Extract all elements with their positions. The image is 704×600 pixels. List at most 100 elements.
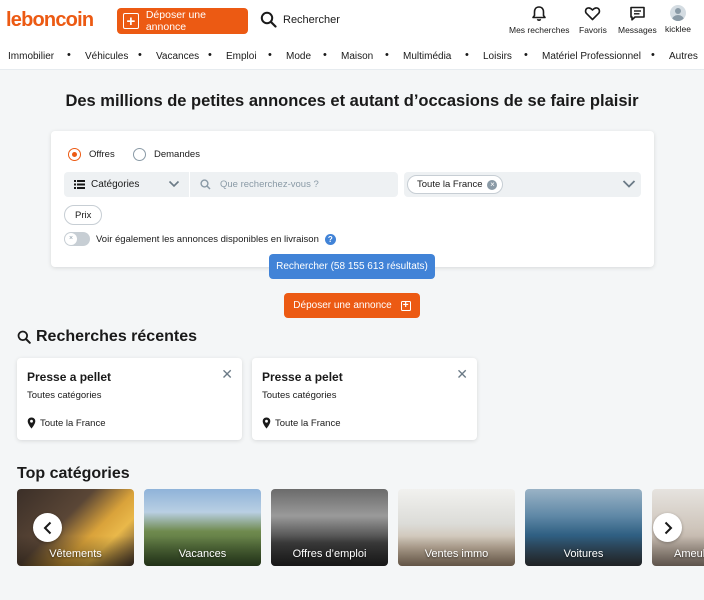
page-headline: Des millions de petites annonces et auta… [65, 92, 639, 110]
category-link[interactable]: Immobilier [8, 51, 54, 62]
category-link[interactable]: Maison [341, 51, 373, 62]
recent-location-label: Toute la France [275, 417, 341, 429]
help-icon[interactable]: ? [324, 233, 336, 245]
separator-dot: • [524, 49, 528, 61]
top-categories-heading: Top catégories [17, 465, 130, 483]
category-link[interactable]: Autres [669, 51, 698, 62]
search-label: Rechercher [283, 13, 340, 26]
nav-label: Messages [618, 25, 657, 35]
recent-location: Toute la France [27, 417, 105, 429]
close-icon[interactable]: × [487, 179, 498, 190]
radio-circle [68, 148, 81, 161]
close-icon[interactable]: ✕ [221, 367, 233, 381]
radio-demandes[interactable]: Demandes [133, 148, 200, 161]
chevron-down-icon[interactable] [622, 178, 636, 190]
livraison-toggle[interactable]: × [64, 232, 90, 246]
radio-label: Demandes [154, 149, 200, 160]
query-field[interactable] [190, 172, 398, 197]
recent-search-card[interactable]: Presse a pellet Toutes catégories Toute … [17, 358, 242, 440]
category-link[interactable]: Mode [286, 51, 311, 62]
nav-messages[interactable]: Messages [618, 5, 657, 35]
chevron-right-icon [664, 521, 672, 534]
map-pin-icon [262, 417, 271, 429]
recent-location: Toute la France [262, 417, 340, 429]
message-icon [630, 6, 645, 21]
recent-query: Presse a pellet [27, 370, 112, 384]
nav-mes-recherches[interactable]: Mes recherches [509, 5, 569, 35]
carousel-prev-button[interactable] [33, 513, 62, 542]
category-tile-ventes-immo[interactable]: Ventes immo [398, 489, 515, 566]
category-select[interactable]: Catégories [64, 172, 189, 197]
category-link[interactable]: Véhicules [85, 51, 128, 62]
category-link[interactable]: Vacances [156, 51, 199, 62]
deposer-label: Déposer une annonce [293, 300, 392, 311]
list-icon [74, 180, 85, 189]
category-link[interactable]: Multimédia [403, 51, 451, 62]
nav-favoris[interactable]: Favoris [579, 5, 607, 35]
deposer-label: Déposer une annonce [145, 9, 206, 33]
tile-label: Offres d’emploi [292, 548, 367, 560]
heart-icon [585, 7, 601, 21]
chevron-left-icon [43, 521, 51, 534]
prix-filter[interactable]: Prix [64, 205, 103, 225]
tile-label: Ameublement [674, 548, 704, 560]
tile-label: Vacances [178, 548, 227, 560]
location-chip-label: Toute la France [417, 179, 483, 190]
header: leboncoin + Déposer une annonce Recherch… [0, 0, 704, 44]
separator-dot: • [67, 49, 71, 61]
separator-dot: • [651, 49, 655, 61]
category-tile-offres-emploi[interactable]: Offres d’emploi [271, 489, 388, 566]
separator-dot: • [465, 49, 469, 61]
radio-offres[interactable]: Offres [68, 148, 115, 161]
search-icon [17, 330, 31, 344]
nav-label: Favoris [579, 25, 607, 35]
deposer-annonce-button[interactable]: + Déposer une annonce [117, 8, 248, 34]
plus-icon: + [123, 13, 139, 29]
radio-circle [133, 148, 146, 161]
avatar [669, 5, 686, 21]
separator-dot: • [323, 49, 327, 61]
search-icon [260, 11, 277, 28]
carousel-next-button[interactable] [653, 513, 682, 542]
nav-label: Mes recherches [509, 25, 570, 35]
category-tile-voitures[interactable]: Voitures [525, 489, 642, 566]
category-select-label: Catégories [91, 179, 140, 190]
category-tile-vacances[interactable]: Vacances [144, 489, 261, 566]
recent-search-card[interactable]: Presse a pelet Toutes catégories Toute l… [252, 358, 477, 440]
location-chip[interactable]: Toute la France × [407, 175, 504, 194]
nav-label: kicklee [665, 24, 691, 34]
deposer-annonce-button-secondary[interactable]: Déposer une annonce + [284, 293, 420, 318]
map-pin-icon [27, 417, 36, 429]
section-title-label: Top catégories [17, 465, 130, 482]
search-submit-button[interactable]: Rechercher (58 155 613 résultats) [269, 254, 435, 279]
separator-dot: • [385, 49, 389, 61]
tile-label: Ventes immo [424, 548, 489, 560]
category-link[interactable]: Emploi [226, 51, 257, 62]
recent-location-label: Toute la France [40, 417, 106, 429]
logo[interactable]: leboncoin [6, 9, 94, 32]
search-panel: Offres Demandes Catégories Toute la Fran… [51, 131, 654, 267]
category-link[interactable]: Loisirs [483, 51, 512, 62]
nav-account[interactable]: kicklee [665, 5, 691, 34]
chevron-down-icon [168, 180, 180, 188]
livraison-row: × Voir également les annonces disponible… [64, 232, 336, 246]
bell-icon [532, 6, 547, 21]
category-bar: Immobilier • Véhicules • Vacances • Empl… [0, 44, 704, 70]
livraison-label: Voir également les annonces disponibles … [96, 233, 319, 245]
recent-query: Presse a pelet [262, 370, 343, 384]
tile-label: Vêtements [49, 548, 102, 560]
search-link[interactable]: Rechercher [260, 11, 340, 28]
recent-category: Toutes catégories [27, 390, 102, 401]
plus-icon: + [400, 300, 411, 311]
radio-label: Offres [89, 149, 115, 160]
section-title-label: Recherches récentes [36, 328, 197, 345]
separator-dot: • [268, 49, 272, 61]
search-icon [200, 179, 211, 190]
close-icon[interactable]: ✕ [456, 367, 468, 381]
search-input[interactable] [220, 179, 380, 190]
category-link[interactable]: Matériel Professionnel [542, 51, 641, 62]
recent-category: Toutes catégories [262, 390, 337, 401]
toggle-knob-x-icon: × [65, 233, 77, 245]
location-field[interactable]: Toute la France × [404, 172, 641, 197]
tile-label: Voitures [563, 548, 604, 560]
